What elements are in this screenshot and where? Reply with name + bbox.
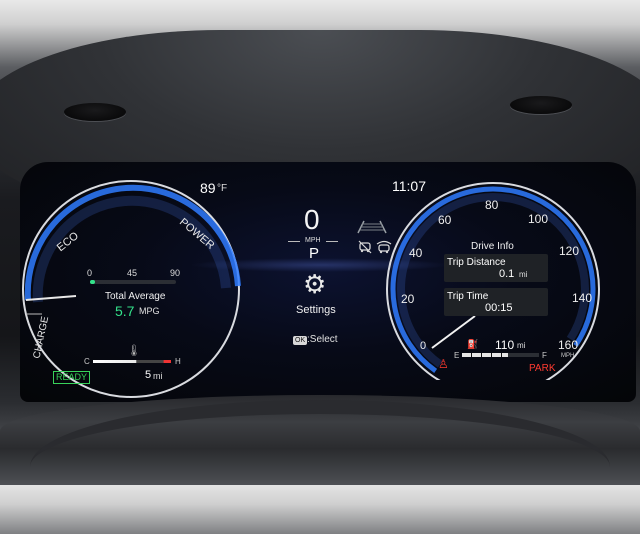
ok-key-icon: OK <box>293 336 308 345</box>
trip-distance-label: Trip Distance <box>447 257 506 268</box>
temp-cold-label: C <box>84 357 90 366</box>
fuel-range-unit: mi <box>517 341 526 350</box>
fuel-full-label: F <box>542 351 547 360</box>
outside-temp-value: 89 <box>200 180 216 196</box>
speed-tick-20: 20 <box>401 292 415 306</box>
trip-distance-unit: mi <box>519 270 528 279</box>
fuel-level-fill <box>462 353 509 357</box>
park-brake-label: PARK <box>529 363 556 374</box>
mpg-scale-mid: 45 <box>127 268 138 278</box>
trip-time-label: Trip Time <box>447 291 489 302</box>
speedometer-unit: MPH <box>561 353 575 359</box>
speed-tick-100: 100 <box>528 212 549 226</box>
speed-value: 0 <box>304 204 320 235</box>
mpg-scale-max: 90 <box>170 268 181 278</box>
ev-range-unit: mi <box>153 371 163 381</box>
fuel-empty-label: E <box>454 351 460 360</box>
speed-unit: MPH <box>305 237 321 244</box>
speed-tick-60: 60 <box>438 213 452 227</box>
speed-divider-right <box>326 241 338 242</box>
coolant-temp-icon: 🌡 <box>127 345 141 357</box>
trip-time-value: 00:15 <box>485 302 513 314</box>
right-air-vent <box>510 96 572 114</box>
ev-range-value: 5 <box>145 369 152 381</box>
speed-divider-left <box>288 241 300 242</box>
speed-tick-40: 40 <box>409 246 423 260</box>
temp-hot-label: H <box>175 357 181 366</box>
ready-badge: READY <box>53 371 91 384</box>
outside-temp-unit: °F <box>217 183 228 194</box>
settings-menu-label[interactable]: Settings <box>296 304 336 316</box>
coolant-temp-bar <box>93 360 171 363</box>
speed-tick-120: 120 <box>559 244 580 258</box>
fuel-range-value: 110 <box>495 338 515 352</box>
mpg-value: 5.7 <box>115 303 135 319</box>
seatbelt-warning-icon: ♙ <box>438 357 449 371</box>
mpg-unit: MPG <box>139 306 160 316</box>
instrument-cluster-screen: ECO POWER CHARGE 0 45 90 Total Average 5… <box>20 162 636 402</box>
left-air-vent <box>64 103 126 121</box>
power-meter-ring-outer <box>22 180 240 398</box>
speed-tick-160: 160 <box>558 338 579 352</box>
fuel-level-bar <box>462 353 539 357</box>
speed-tick-140: 140 <box>572 291 593 305</box>
total-average-label: Total Average <box>105 291 166 302</box>
settings-gear-icon[interactable]: ⚙ <box>303 271 326 297</box>
speed-tick-0: 0 <box>420 340 427 352</box>
mpg-scale-min: 0 <box>87 268 93 278</box>
speed-tick-80: 80 <box>485 198 499 212</box>
mpg-bar-track <box>90 280 176 284</box>
gear-indicator: P <box>309 245 320 262</box>
trip-distance-value: 0.1 <box>499 268 515 280</box>
power-meter-inner-glow <box>32 195 231 303</box>
select-hint: :Select <box>307 334 338 345</box>
mpg-bar-fill <box>90 280 95 284</box>
pre-collision-icon <box>358 240 372 254</box>
drive-info-title: Drive Info <box>471 241 514 252</box>
fuel-pump-icon: ⛽ <box>467 339 479 349</box>
steering-wheel-rim <box>30 400 610 534</box>
